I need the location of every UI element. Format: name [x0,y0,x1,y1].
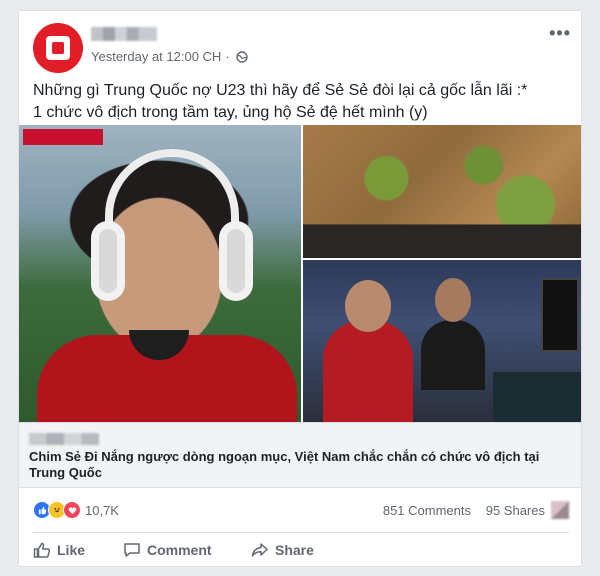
share-count[interactable]: 95 Shares [486,503,545,518]
meta-separator: · [225,49,230,64]
comment-count[interactable]: 851 Comments [383,503,471,518]
more-options-icon[interactable]: ••• [549,24,571,42]
link-domain-blurred [29,433,99,445]
reaction-icons[interactable] [33,501,81,519]
photo-game-screenshot[interactable] [303,125,581,258]
comment-button[interactable]: Comment [123,536,212,564]
comment-bubble-icon [124,543,140,557]
post-timestamp[interactable]: Yesterday at 12:00 CH [91,49,221,64]
like-button[interactable]: Like [33,536,85,564]
link-preview[interactable]: Chim Sẻ Đi Nắng ngược dòng ngoạn mục, Vi… [19,422,581,488]
share-button[interactable]: Share [251,536,314,564]
photo-watermark-logo [23,129,103,145]
love-reaction-icon [63,501,81,519]
post-meta: Yesterday at 12:00 CH · [91,49,248,64]
link-title[interactable]: Chim Sẻ Đi Nắng ngược dòng ngoạn mục, Vi… [29,449,569,481]
share-label: Share [275,542,314,558]
post-text-line-2: 1 chức vô địch trong tầm tay, ủng hộ Sẻ … [33,104,428,121]
post-text-line-1: Những gì Trung Quốc nợ U23 thì hãy để Sẻ… [33,82,528,99]
like-label: Like [57,542,86,558]
share-arrow-icon [251,543,268,557]
photo-gaming-room[interactable] [303,260,581,422]
reaction-count[interactable]: 10,7K [85,503,119,518]
globe-icon [235,50,248,63]
post-stats: 10,7K 851 Comments 95 Shares [33,501,569,521]
post-actions: Like Comment Share [33,536,569,564]
post-media-collage[interactable] [19,125,581,425]
thumbs-up-icon [33,542,51,558]
post-card: Yesterday at 12:00 CH · ••• Những gì Tru… [18,10,582,567]
photo-gamer-headphones[interactable] [19,125,301,425]
post-text: Những gì Trung Quốc nợ U23 thì hãy để Sẻ… [33,80,573,124]
page-avatar[interactable] [33,23,83,73]
viewer-avatar-blurred[interactable] [551,501,569,519]
action-divider [33,532,569,533]
comment-label: Comment [147,542,212,558]
page-name-blurred[interactable] [91,27,157,41]
